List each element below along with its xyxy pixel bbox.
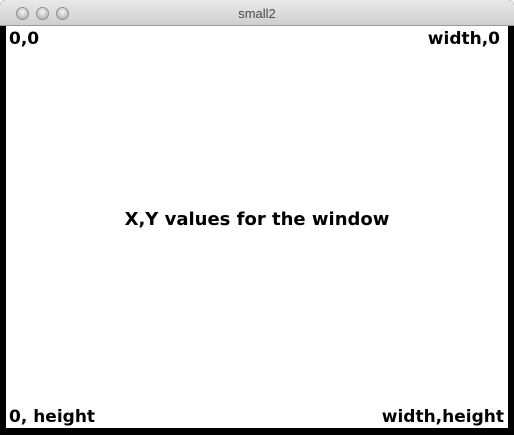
top-left-coordinate-label: 0,0: [9, 29, 40, 49]
center-caption: X,Y values for the window: [124, 209, 390, 230]
top-right-coordinate-label: width,0: [427, 29, 500, 49]
bottom-left-coordinate-label: 0, height: [9, 407, 96, 427]
app-window: small2 0,0 width,0 X,Y values for the wi…: [0, 0, 514, 435]
sketch-canvas[interactable]: 0,0 width,0 X,Y values for the window 0,…: [6, 26, 508, 428]
bottom-right-coordinate-label: width,height: [381, 407, 504, 427]
window-title: small2: [238, 6, 276, 21]
title-bar[interactable]: small2: [0, 0, 514, 26]
